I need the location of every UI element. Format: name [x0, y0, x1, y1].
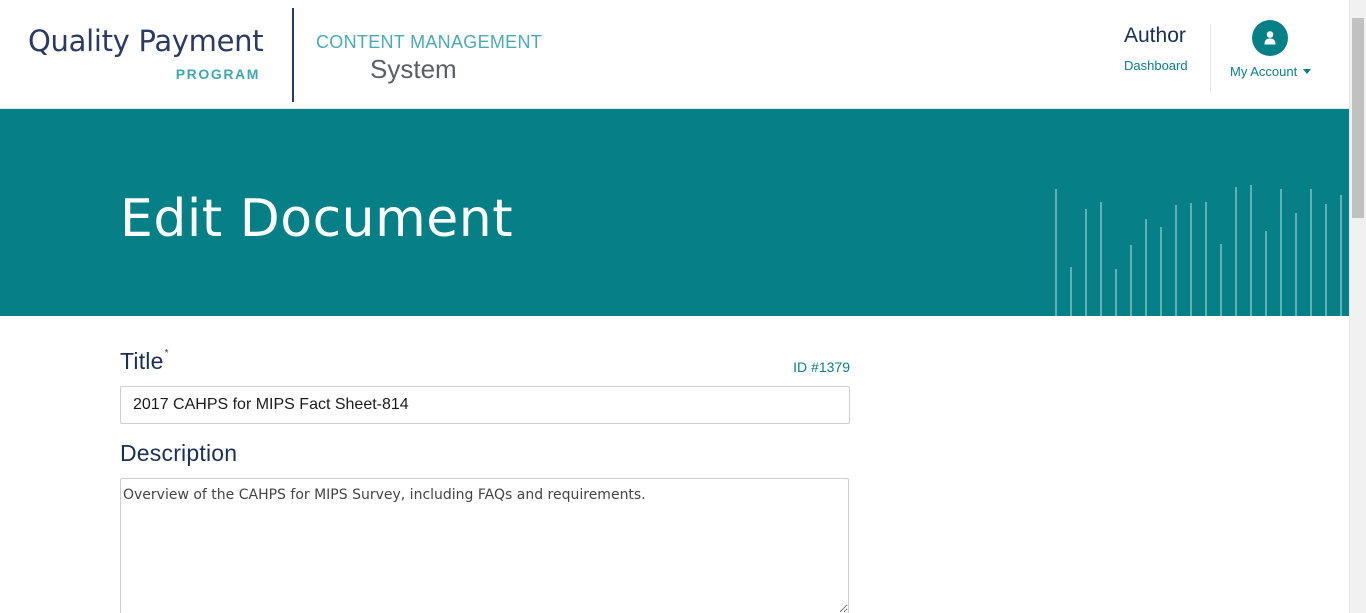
logo-divider — [292, 8, 294, 102]
description-textarea[interactable]: Overview of the CAHPS for MIPS Survey, i… — [120, 478, 849, 613]
page-title: Edit Document — [120, 189, 514, 249]
vertical-scrollbar[interactable] — [1349, 0, 1366, 613]
author-role-title: Author — [1124, 24, 1186, 47]
my-account-dropdown[interactable]: My Account — [1230, 64, 1330, 79]
logo-line-1: Quality Payment — [28, 24, 264, 58]
cms-logo: CONTENT MANAGEMENT System — [316, 32, 546, 84]
title-label: Title* — [120, 348, 169, 375]
cms-logo-top: CONTENT MANAGEMENT — [316, 32, 543, 52]
site-header: Quality Payment PROGRAM CONTENT MANAGEME… — [0, 0, 1349, 109]
required-mark: * — [164, 348, 169, 359]
caret-down-icon — [1303, 69, 1312, 74]
title-input[interactable] — [120, 386, 850, 424]
page: Quality Payment PROGRAM CONTENT MANAGEME… — [0, 0, 1366, 613]
description-label: Description — [120, 440, 238, 466]
dashboard-link[interactable]: Dashboard — [1124, 58, 1194, 73]
logo-line-2: PROGRAM — [175, 66, 260, 82]
my-account-label: My Account — [1230, 64, 1298, 79]
header-separator — [1210, 24, 1211, 92]
account-menu[interactable]: My Account — [1230, 20, 1330, 79]
qpp-logo[interactable]: Quality Payment PROGRAM — [28, 24, 264, 86]
author-block: Author Dashboard — [1124, 24, 1194, 73]
account-avatar[interactable] — [1252, 20, 1288, 56]
document-id: ID #1379 — [793, 359, 850, 375]
user-icon — [1264, 31, 1276, 45]
page-banner: Edit Document — [0, 109, 1349, 316]
decorative-lines — [1055, 185, 1342, 316]
cms-logo-bottom: System — [370, 54, 457, 84]
scrollbar-thumb[interactable] — [1352, 18, 1364, 218]
title-label-text: Title — [120, 348, 164, 374]
